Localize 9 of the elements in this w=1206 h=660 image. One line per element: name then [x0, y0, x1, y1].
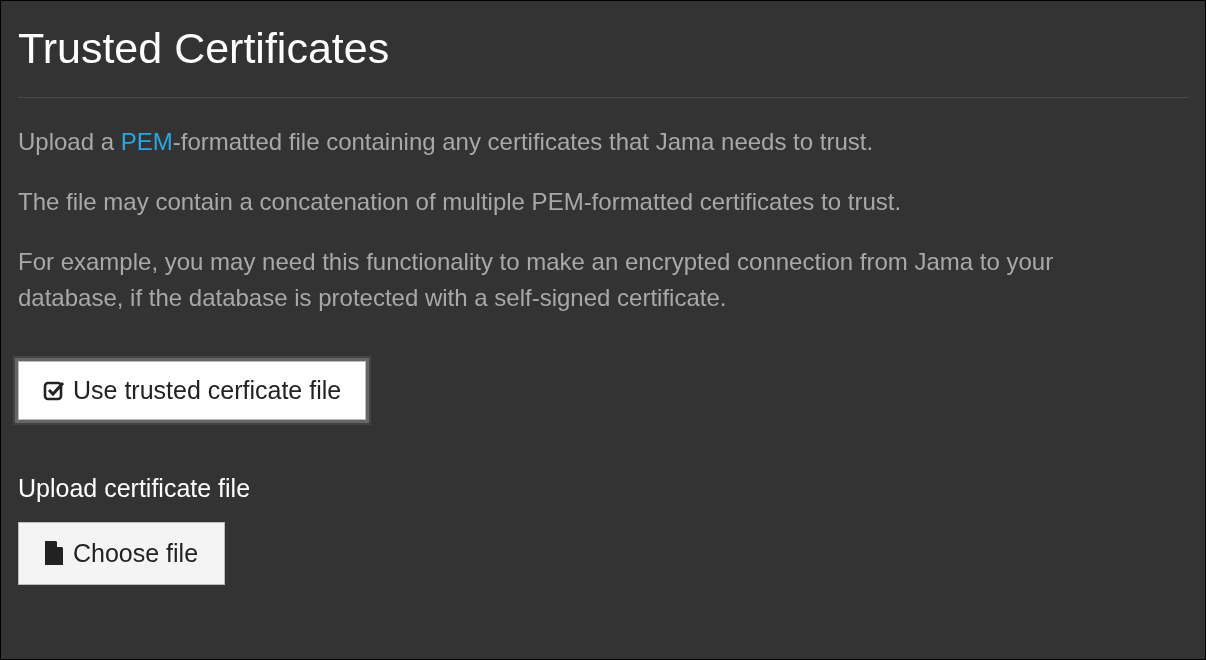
pem-link[interactable]: PEM	[120, 127, 173, 155]
choose-file-button[interactable]: Choose file	[18, 521, 226, 586]
checked-box-icon	[43, 379, 65, 402]
file-icon	[45, 541, 63, 566]
description-text: For example, you may need this functionality to make an encrypted connection from Jama to your database, if the database is protected with a self-signed certificate.	[18, 246, 1055, 313]
upload-label: Upload certificate file	[18, 473, 252, 505]
intro-text: Upload a PEM-formatted file containing any certificates that Jama needs to trust.	[18, 126, 875, 157]
page-title: Trusted Certificates	[18, 23, 391, 74]
description-text: The file may contain a concatenation of multiple PEM-formatted certificates to trust.	[18, 186, 903, 217]
